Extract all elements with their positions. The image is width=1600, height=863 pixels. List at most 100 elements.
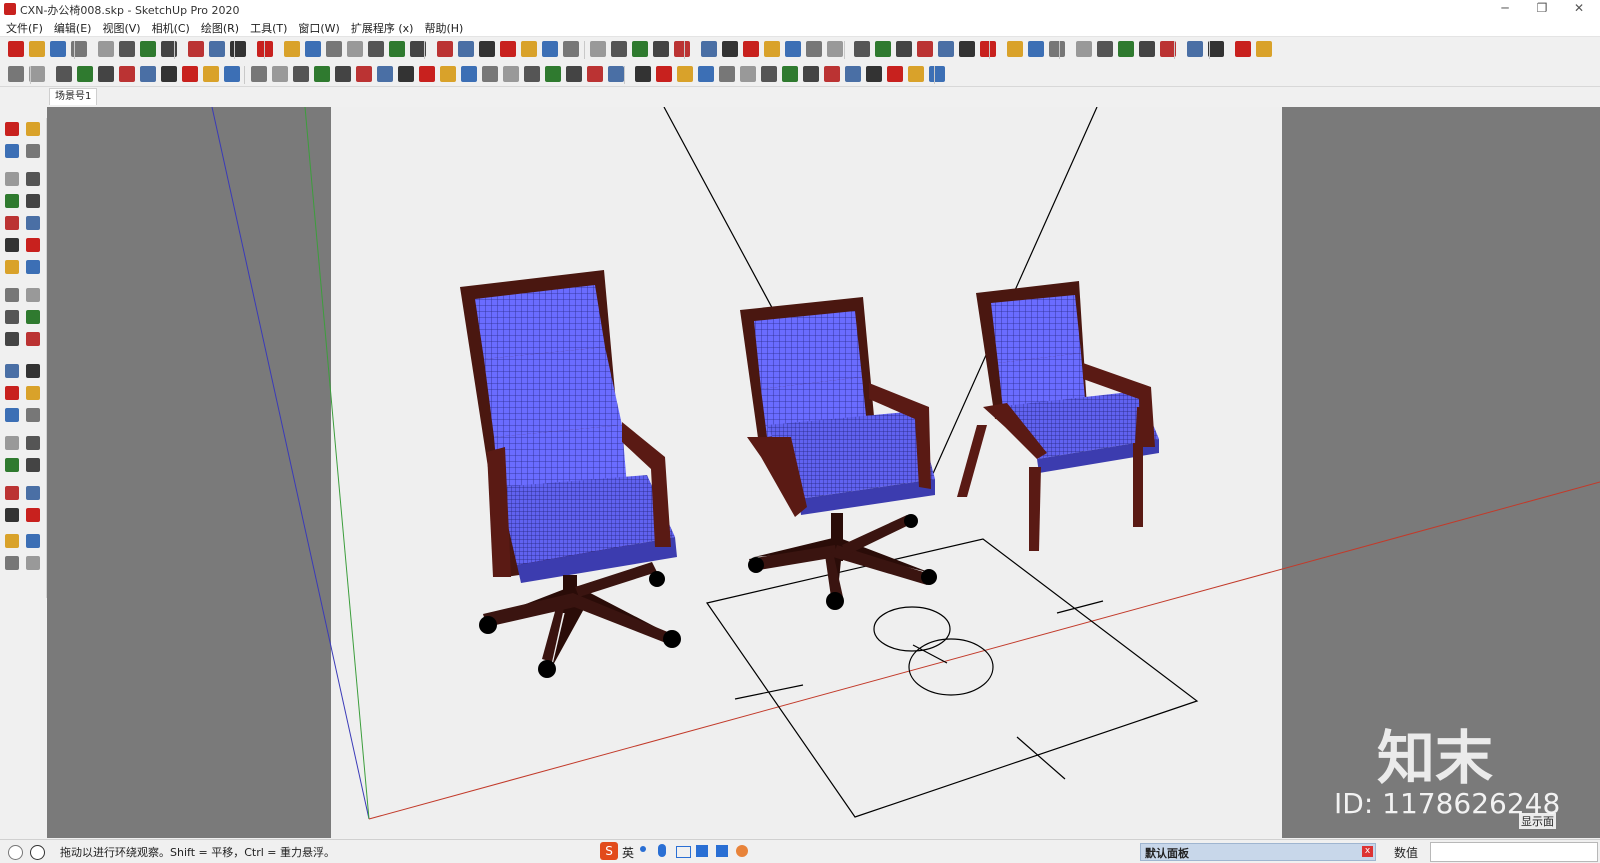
scale-icon[interactable]	[5, 332, 19, 346]
orbit-icon[interactable]	[5, 436, 19, 450]
rectangle-icon[interactable]	[803, 66, 819, 82]
look-around-icon[interactable]	[26, 508, 40, 522]
pan-icon[interactable]	[26, 436, 40, 450]
close-button[interactable]: ✕	[1562, 0, 1596, 18]
pie-icon[interactable]	[26, 238, 40, 252]
default-tray-bar[interactable]: 默认面板 x	[1140, 843, 1376, 861]
rectangle-icon[interactable]	[29, 66, 45, 82]
minimize-button[interactable]: ─	[1488, 0, 1522, 18]
style-icon[interactable]	[980, 41, 996, 57]
move-icon[interactable]	[5, 288, 19, 302]
house-icon[interactable]	[305, 41, 321, 57]
extension-warehouse-icon[interactable]	[26, 556, 40, 570]
protractor-icon[interactable]	[314, 66, 330, 82]
delete-icon[interactable]	[701, 41, 717, 57]
follow-me-icon[interactable]	[377, 66, 393, 82]
3d-text-icon[interactable]	[26, 408, 40, 422]
account-icon[interactable]	[1139, 41, 1155, 57]
scale-icon[interactable]	[182, 66, 198, 82]
component-icon[interactable]	[806, 41, 822, 57]
section-plane-icon[interactable]	[26, 534, 40, 548]
cut-icon[interactable]	[653, 41, 669, 57]
move-icon[interactable]	[140, 66, 156, 82]
axes-icon[interactable]	[656, 66, 672, 82]
rotate-icon[interactable]	[545, 66, 561, 82]
tape-measure-icon[interactable]	[5, 364, 19, 378]
microphone-icon[interactable]	[658, 844, 666, 857]
offset-icon[interactable]	[587, 66, 603, 82]
dimension-icon[interactable]	[677, 66, 693, 82]
menu-extensions[interactable]: 扩展程序 (x)	[345, 18, 419, 36]
zoom-icon[interactable]	[5, 458, 19, 472]
three-point-arc-icon[interactable]	[26, 260, 40, 274]
axes-icon[interactable]	[272, 66, 288, 82]
view-icon[interactable]	[284, 41, 300, 57]
select-icon[interactable]	[782, 66, 798, 82]
warehouse-icon[interactable]	[500, 41, 516, 57]
menu-window[interactable]: 窗口(W)	[292, 18, 344, 36]
line-icon[interactable]	[5, 172, 19, 186]
undo-icon[interactable]	[140, 41, 156, 57]
circle-icon[interactable]	[56, 66, 72, 82]
scale-icon[interactable]	[566, 66, 582, 82]
delete-icon[interactable]	[119, 41, 135, 57]
model-viewport[interactable]: 知末 ID: 1178626248 显示面	[47, 107, 1600, 838]
line-icon[interactable]	[482, 66, 498, 82]
close-icon[interactable]: x	[1362, 846, 1373, 857]
move-icon[interactable]	[524, 66, 540, 82]
select-icon[interactable]	[8, 66, 24, 82]
save-icon[interactable]	[1208, 41, 1224, 57]
eraser-icon[interactable]	[26, 144, 40, 158]
restore-button[interactable]: ❐	[1525, 0, 1559, 18]
circle-icon[interactable]	[824, 66, 840, 82]
freehand-icon[interactable]	[26, 172, 40, 186]
sogou-ime-icon[interactable]: S	[600, 842, 618, 860]
protractor-icon[interactable]	[698, 66, 714, 82]
select-icon[interactable]	[398, 66, 414, 82]
follow-me-icon[interactable]	[26, 310, 40, 324]
redo-icon[interactable]	[743, 41, 759, 57]
menu-camera[interactable]: 相机(C)	[146, 18, 195, 36]
menu-file[interactable]: 文件(F)	[0, 18, 48, 36]
menu-edit[interactable]: 编辑(E)	[48, 18, 97, 36]
menu-help[interactable]: 帮助(H)	[418, 18, 468, 36]
position-camera-icon[interactable]	[5, 508, 19, 522]
rotate-icon[interactable]	[161, 66, 177, 82]
scene-icon[interactable]	[1028, 41, 1044, 57]
move-icon[interactable]	[908, 66, 924, 82]
new-icon[interactable]	[590, 41, 606, 57]
open-icon[interactable]	[29, 41, 45, 57]
solid-tools-icon[interactable]	[335, 66, 351, 82]
menu-tools[interactable]: 工具(T)	[244, 18, 292, 36]
apps-icon[interactable]	[716, 845, 728, 857]
polygon-icon[interactable]	[26, 216, 40, 230]
two-point-arc-icon[interactable]	[5, 260, 19, 274]
paint-bucket-icon[interactable]	[5, 144, 19, 158]
zoom-window-icon[interactable]	[26, 458, 40, 472]
copy-icon[interactable]	[98, 41, 114, 57]
copy-icon[interactable]	[1256, 41, 1272, 57]
circle-icon[interactable]	[440, 66, 456, 82]
section-icon[interactable]	[917, 41, 933, 57]
model-info-icon[interactable]	[209, 41, 225, 57]
offset-icon[interactable]	[203, 66, 219, 82]
fog-icon[interactable]	[389, 41, 405, 57]
rotated-rect-icon[interactable]	[26, 194, 40, 208]
previous-icon[interactable]	[26, 486, 40, 500]
text-icon[interactable]	[251, 66, 267, 82]
line-icon[interactable]	[866, 66, 882, 82]
fog-icon[interactable]	[959, 41, 975, 57]
print-icon[interactable]	[764, 41, 780, 57]
help-icon[interactable]	[1118, 41, 1134, 57]
arc-icon[interactable]	[77, 66, 93, 82]
sandbox-icon[interactable]	[740, 66, 756, 82]
warehouse-icon[interactable]	[5, 556, 19, 570]
account-icon[interactable]	[563, 41, 579, 57]
paint-icon[interactable]	[827, 41, 843, 57]
menu-draw[interactable]: 绘图(R)	[195, 18, 244, 36]
select-icon[interactable]	[5, 122, 19, 136]
rectangle-icon[interactable]	[5, 194, 19, 208]
rectangle-icon[interactable]	[419, 66, 435, 82]
new-icon[interactable]	[8, 41, 24, 57]
scene-icon[interactable]	[458, 41, 474, 57]
